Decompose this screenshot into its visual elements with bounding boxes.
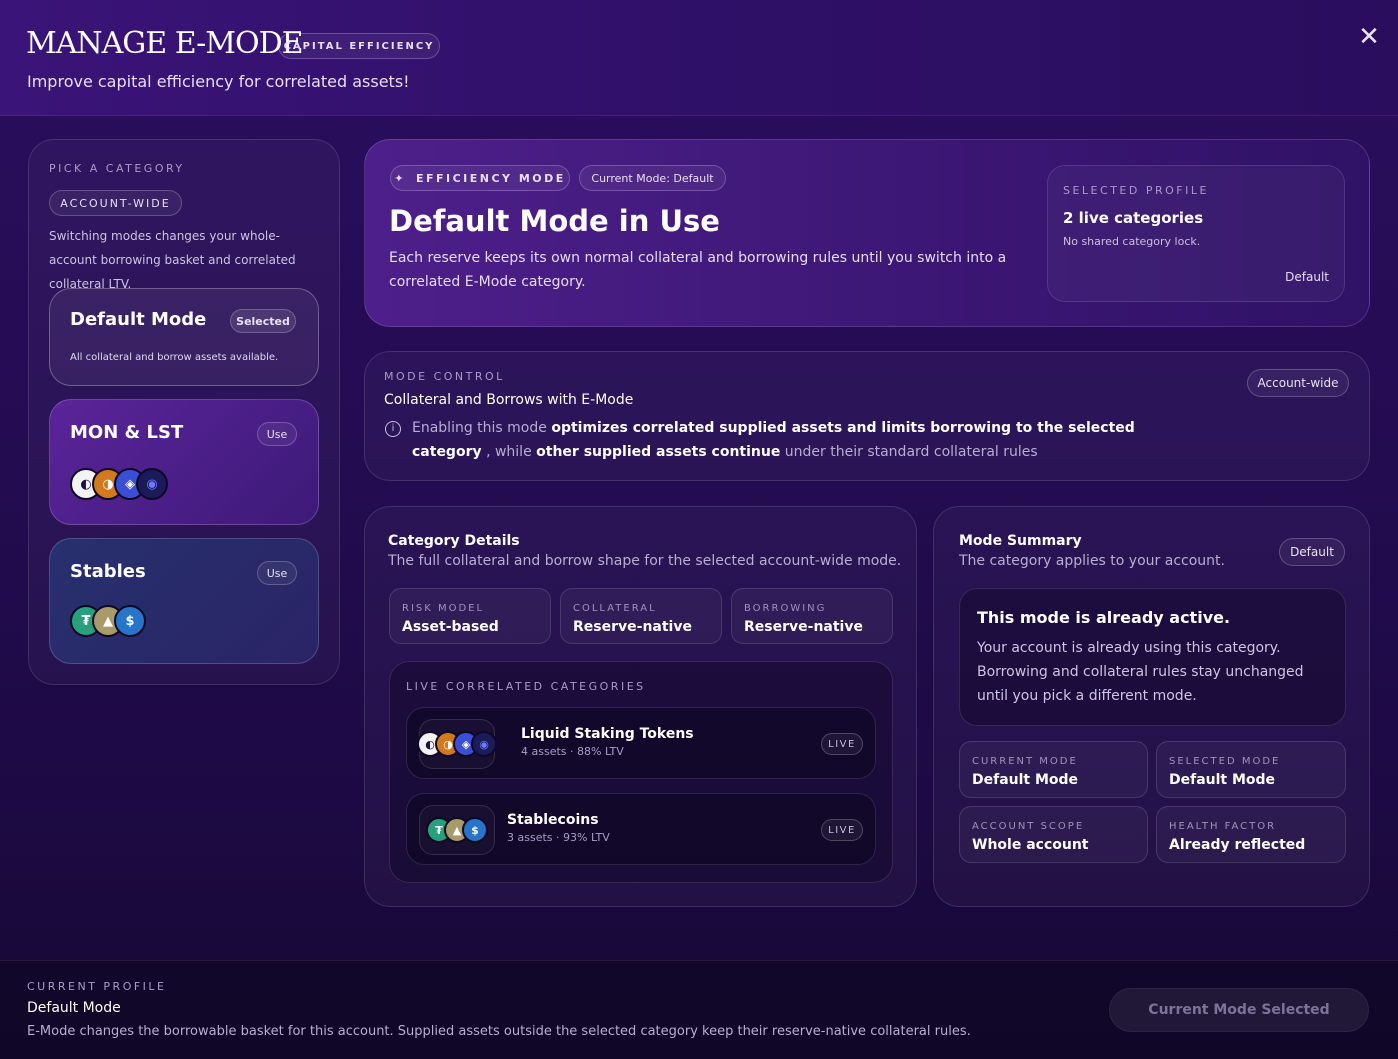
mode-control-eyebrow: MODE CONTROL (384, 370, 505, 383)
mode-text-3: , while (486, 444, 532, 460)
account-wide-pill: ACCOUNT-WIDE (49, 190, 182, 216)
selected-badge: Selected (230, 309, 296, 333)
mode-summary-subtitle: The category applies to your account. (959, 553, 1225, 569)
hero-description: Each reserve keeps its own normal collat… (389, 250, 1007, 290)
footer-note: E-Mode changes the borrowable basket for… (27, 1024, 971, 1039)
tile-label: ACCOUNT SCOPE (972, 821, 1085, 832)
selected-mode-tile: SELECTED MODE Default Mode (1156, 741, 1346, 798)
asset-icons: ◐ ◑ ◈ ◉ (70, 468, 168, 500)
lst-coin-box: ◐ ◑ ◈ ◉ (417, 719, 497, 769)
tile-label: BORROWING (744, 603, 827, 614)
asset-icons: ₮ ▲ $ (426, 817, 488, 843)
category-description: All collateral and borrow assets availab… (70, 352, 279, 363)
category-card-mon-lst[interactable]: MON & LST Use ◐ ◑ ◈ ◉ (49, 399, 319, 525)
asset-icons: ◐ ◑ ◈ ◉ (417, 731, 497, 757)
risk-model-tile: RISK MODEL Asset-based (389, 588, 551, 644)
tile-value: Reserve-native (744, 619, 863, 635)
current-mode-selected-button[interactable]: Current Mode Selected (1109, 988, 1369, 1032)
stables-coin-box: ₮ ▲ $ (419, 805, 495, 855)
active-notice: This mode is already active. Your accoun… (959, 588, 1346, 726)
category-details-subtitle: The full collateral and borrow shape for… (388, 553, 902, 569)
mode-control-title: Collateral and Borrows with E-Mode (384, 392, 634, 408)
live-category-row-lst[interactable]: ◐ ◑ ◈ ◉ Liquid Staking Tokens 4 assets ·… (406, 707, 876, 779)
use-button[interactable]: Use (257, 422, 297, 446)
collateral-tile: COLLATERAL Reserve-native (560, 588, 722, 644)
close-icon[interactable]: ✕ (1356, 24, 1382, 50)
live-badge: LIVE (821, 819, 863, 841)
profile-note: No shared category lock. (1063, 235, 1201, 248)
category-picker: PICK A CATEGORY ACCOUNT-WIDE Switching m… (28, 139, 340, 685)
tile-value: Whole account (972, 837, 1089, 853)
modal-title: Manage E-Mode (26, 26, 304, 61)
tile-value: Asset-based (402, 619, 499, 635)
mode-text-5: under their standard collateral rules (784, 444, 1038, 460)
category-details-title: Category Details (388, 533, 520, 549)
mode-control-panel: MODE CONTROL Collateral and Borrows with… (364, 351, 1370, 481)
borrowing-tile: BORROWING Reserve-native (731, 588, 893, 644)
usdc-icon: $ (114, 605, 146, 637)
current-mode-pill: Current Mode: Default (579, 165, 726, 191)
tile-value: Default Mode (1169, 772, 1276, 788)
tile-value: Reserve-native (573, 619, 692, 635)
tile-label: CURRENT MODE (972, 756, 1078, 767)
footer-profile-value: Default Mode (27, 1000, 121, 1016)
profile-tag: Default (1285, 270, 1329, 284)
tile-value: Default Mode (972, 772, 1079, 788)
usdc-icon: $ (462, 817, 488, 843)
asset-icons: ₮ ▲ $ (70, 605, 146, 637)
mode-control-text: Enabling this mode optimizes correlated … (412, 416, 1152, 464)
tile-label: SELECTED MODE (1169, 756, 1281, 767)
live-category-name: Stablecoins (507, 812, 599, 828)
efficiency-mode-pill: ✦ EFFICIENCY MODE (390, 165, 570, 191)
health-factor-tile: HEALTH FACTOR Already reflected (1156, 806, 1346, 863)
category-details-panel: Category Details The full collateral and… (364, 506, 917, 907)
picker-description: Switching modes changes your whole-accou… (49, 229, 296, 291)
capital-efficiency-badge: CAPITAL EFFICIENCY (278, 33, 440, 59)
hero-title: Default Mode in Use (389, 204, 720, 238)
hero-panel: ✦ EFFICIENCY MODE Current Mode: Default … (364, 139, 1370, 327)
efficiency-mode-label: EFFICIENCY MODE (415, 171, 566, 185)
account-scope-tile: ACCOUNT SCOPE Whole account (959, 806, 1148, 863)
category-title: Stables (70, 561, 146, 582)
use-button[interactable]: Use (257, 561, 297, 585)
info-icon: i (385, 421, 401, 437)
sparkle-icon: ✦ (394, 171, 406, 185)
tile-label: COLLATERAL (573, 603, 657, 614)
notice-title: This mode is already active. (977, 608, 1231, 627)
live-categories-eyebrow: LIVE CORRELATED CATEGORIES (406, 680, 646, 693)
account-wide-badge: Account-wide (1247, 369, 1349, 397)
modal-header: Manage E-Mode CAPITAL EFFICIENCY Improve… (0, 0, 1398, 116)
notice-body: Your account is already using this categ… (977, 640, 1304, 704)
live-category-row-stablecoins[interactable]: ₮ ▲ $ Stablecoins 3 assets · 93% LTV LIV… (406, 793, 876, 865)
tile-label: HEALTH FACTOR (1169, 821, 1277, 832)
mode-summary-title: Mode Summary (959, 533, 1082, 549)
picker-eyebrow: PICK A CATEGORY (49, 162, 185, 175)
modal-subtitle: Improve capital efficiency for correlate… (27, 72, 410, 91)
mode-text-1: Enabling this mode (412, 420, 547, 436)
category-title: MON & LST (70, 422, 184, 443)
mode-summary-tag: Default (1279, 538, 1345, 566)
live-category-meta: 4 assets · 88% LTV (521, 745, 624, 758)
profile-eyebrow: SELECTED PROFILE (1063, 184, 1209, 197)
category-title: Default Mode (70, 309, 207, 330)
live-category-name: Liquid Staking Tokens (521, 726, 694, 742)
lst-ring-icon: ◉ (136, 468, 168, 500)
live-category-meta: 3 assets · 93% LTV (507, 831, 610, 844)
tile-value: Already reflected (1169, 837, 1306, 853)
live-badge: LIVE (821, 733, 863, 755)
current-mode-tile: CURRENT MODE Default Mode (959, 741, 1148, 798)
category-card-stables[interactable]: Stables Use ₮ ▲ $ (49, 538, 319, 664)
tile-label: RISK MODEL (402, 603, 485, 614)
selected-profile-card: SELECTED PROFILE 2 live categories No sh… (1047, 165, 1345, 302)
live-categories-box: LIVE CORRELATED CATEGORIES ◐ ◑ ◈ ◉ Liqui… (389, 661, 893, 883)
category-card-default[interactable]: Default Mode Selected All collateral and… (49, 288, 319, 386)
mode-summary-panel: Mode Summary The category applies to you… (933, 506, 1370, 907)
lst-ring-icon: ◉ (471, 731, 497, 757)
mode-text-4: other supplied assets continue (536, 444, 781, 460)
profile-value: 2 live categories (1063, 209, 1204, 227)
footer-eyebrow: CURRENT PROFILE (27, 980, 167, 993)
